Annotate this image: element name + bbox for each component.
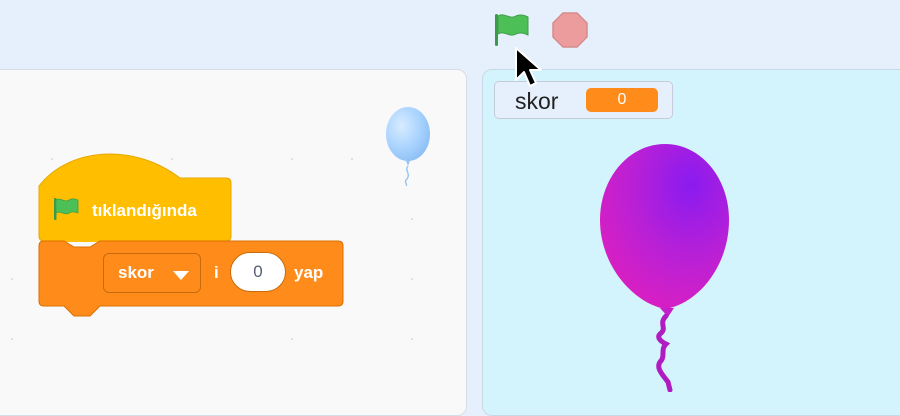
set-variable-block[interactable]: skor i 0 yap [38, 240, 344, 320]
green-flag-icon [52, 195, 80, 223]
suffix-label: yap [294, 263, 324, 282]
stage[interactable]: skor 0 [482, 69, 900, 416]
grid-dot [411, 218, 413, 220]
hat-block-label: tıklandığında [92, 201, 197, 220]
grid-dot [411, 278, 413, 280]
variable-name: skor [118, 263, 154, 282]
grid-dot [411, 338, 413, 340]
connector-label: i [214, 263, 219, 282]
grid-dot [11, 338, 13, 340]
monitor-label: skor [515, 88, 559, 114]
stop-button[interactable] [550, 10, 590, 50]
grid-dot [11, 278, 13, 280]
stop-sign-icon [552, 12, 588, 48]
when-flag-clicked-block[interactable]: tıklandığında [38, 150, 232, 242]
balloon-sprite-icon[interactable] [384, 106, 434, 186]
monitor-value: 0 [586, 88, 658, 112]
green-flag-button[interactable] [492, 10, 532, 50]
grid-dot [351, 158, 353, 160]
mouse-cursor-icon [515, 47, 542, 87]
stage-controls-bar [0, 0, 900, 64]
caret-down-icon [173, 271, 189, 280]
green-flag-icon [495, 14, 529, 46]
grid-dot [291, 158, 293, 160]
value-input[interactable]: 0 [230, 252, 286, 292]
variable-dropdown[interactable]: skor [103, 253, 201, 293]
balloon-icon[interactable] [598, 142, 738, 392]
grid-dot [291, 338, 293, 340]
